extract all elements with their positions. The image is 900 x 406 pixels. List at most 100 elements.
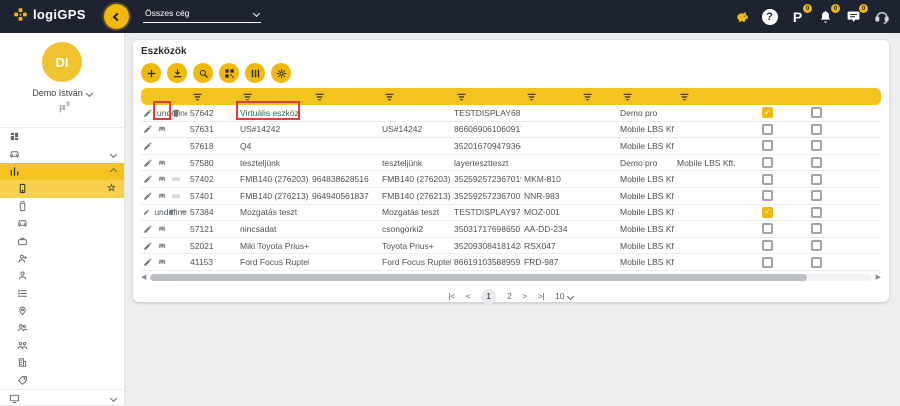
columns-button[interactable] xyxy=(245,63,265,83)
favorite-star-icon[interactable]: ☆ xyxy=(107,183,116,194)
column-header-rendszam[interactable] xyxy=(521,93,577,101)
column-header-nev[interactable] xyxy=(237,93,309,101)
holazauto-checkbox[interactable]: ✓ xyxy=(762,207,773,218)
holazauto-checkbox[interactable]: ✓ xyxy=(762,107,773,118)
next-page-button[interactable]: > xyxy=(522,291,526,301)
filter-sort-icon[interactable] xyxy=(680,93,689,101)
column-header-telefon[interactable] xyxy=(577,93,617,101)
filter-sort-icon[interactable] xyxy=(623,93,632,101)
scrollbar-thumb[interactable] xyxy=(150,274,806,281)
parositva-checkbox[interactable] xyxy=(811,223,822,234)
pencil-icon[interactable] xyxy=(143,224,153,234)
car-icon[interactable] xyxy=(157,191,167,201)
car-icon[interactable] xyxy=(157,241,167,251)
holazauto-checkbox[interactable] xyxy=(762,157,773,168)
scrollbar-track[interactable] xyxy=(150,274,871,281)
sidebar-item-alapadatok[interactable] xyxy=(0,163,124,180)
holazauto-checkbox[interactable] xyxy=(762,190,773,201)
pencil-icon[interactable] xyxy=(143,158,153,168)
car-icon[interactable] xyxy=(157,158,167,168)
pencil-icon[interactable] xyxy=(143,241,153,251)
holazauto-checkbox[interactable] xyxy=(762,240,773,251)
parositva-checkbox[interactable] xyxy=(811,240,822,251)
holazauto-checkbox[interactable] xyxy=(762,140,773,151)
add-button[interactable] xyxy=(141,63,161,83)
sidebar-item-azonos-t-k[interactable] xyxy=(0,232,124,249)
car-icon[interactable] xyxy=(157,124,167,134)
filter-sort-icon[interactable] xyxy=(457,93,466,101)
pencil-icon[interactable] xyxy=(143,191,153,201)
parositva-checkbox[interactable] xyxy=(811,124,822,135)
page-button-2[interactable]: 2 xyxy=(507,291,511,301)
car-icon[interactable] xyxy=(157,174,167,184)
avatar[interactable]: DI xyxy=(42,42,82,82)
column-header-egyedi[interactable] xyxy=(451,93,521,101)
sidebar-item-c-mk-k[interactable] xyxy=(0,371,124,388)
column-header-jarmu[interactable] xyxy=(379,93,451,101)
sidebar-item-felhaszn-l-k[interactable] xyxy=(0,250,124,267)
trash-icon[interactable] xyxy=(171,108,181,118)
user-menu[interactable]: Demo István xyxy=(0,88,124,98)
pencil-icon[interactable] xyxy=(143,141,153,151)
sidebar-item-munkasz-m[interactable] xyxy=(0,285,124,302)
sidebar-item-adminisztr-ci-[interactable] xyxy=(0,389,124,406)
trash-icon[interactable] xyxy=(168,207,175,217)
qr-icon[interactable]: undefined xyxy=(154,207,164,217)
pencil-icon[interactable] xyxy=(143,108,153,118)
chat-icon[interactable]: 0 xyxy=(844,7,863,26)
sidebar-item-eszk-z-k[interactable]: ☆ xyxy=(0,180,124,197)
parositva-checkbox[interactable] xyxy=(811,107,822,118)
sidebar-item-csoportok[interactable] xyxy=(0,319,124,336)
search-button[interactable] xyxy=(193,63,213,83)
scroll-right-icon[interactable]: ▶ xyxy=(876,274,881,282)
holazauto-checkbox[interactable] xyxy=(762,174,773,185)
car-icon[interactable] xyxy=(157,257,167,267)
page-size-selector[interactable]: 10 xyxy=(555,291,573,301)
filter-sort-icon[interactable] xyxy=(315,93,324,101)
export-button[interactable] xyxy=(167,63,187,83)
holazauto-checkbox[interactable] xyxy=(762,257,773,268)
pencil-icon[interactable] xyxy=(143,207,150,217)
column-header-hugo[interactable] xyxy=(309,93,379,101)
pencil-icon[interactable] xyxy=(143,257,153,267)
parositva-checkbox[interactable] xyxy=(811,157,822,168)
sidebar-item-ibeacon-eszk-z-k[interactable] xyxy=(0,198,124,215)
filter-sort-icon[interactable] xyxy=(385,93,394,101)
filter-sort-icon[interactable] xyxy=(193,93,202,101)
help-icon[interactable]: ? xyxy=(760,7,779,26)
previous-page-button[interactable]: < xyxy=(466,291,470,301)
parking-icon[interactable]: P 0 xyxy=(788,7,807,26)
first-page-button[interactable]: |< xyxy=(449,291,455,301)
parositva-checkbox[interactable] xyxy=(811,174,822,185)
filter-sort-icon[interactable] xyxy=(243,93,252,101)
pencil-icon[interactable] xyxy=(143,124,153,134)
column-header-elofizeto[interactable] xyxy=(617,93,674,101)
collapse-sidebar-button[interactable] xyxy=(104,4,129,29)
parositva-checkbox[interactable] xyxy=(811,190,822,201)
holazauto-checkbox[interactable] xyxy=(762,223,773,234)
parositva-checkbox[interactable] xyxy=(811,140,822,151)
sidebar-item-telephelyek[interactable] xyxy=(0,354,124,371)
filter-sort-icon[interactable] xyxy=(527,93,536,101)
parositva-checkbox[interactable] xyxy=(811,207,822,218)
sidebar-item-szem-lyek[interactable] xyxy=(0,267,124,284)
car-icon[interactable] xyxy=(157,224,167,234)
notification-flag-icon[interactable]: 0 xyxy=(58,104,67,114)
column-header-id[interactable] xyxy=(187,93,237,101)
support-icon[interactable] xyxy=(872,7,891,26)
car-icon[interactable] xyxy=(180,207,187,217)
sim-icon[interactable] xyxy=(171,191,181,201)
qr-icon[interactable]: undefined xyxy=(157,108,167,118)
company-selector[interactable]: Összes cég xyxy=(143,8,261,23)
qr-button[interactable] xyxy=(219,63,239,83)
settings-button[interactable] xyxy=(271,63,291,83)
holazauto-checkbox[interactable] xyxy=(762,124,773,135)
parositva-checkbox[interactable] xyxy=(811,257,822,268)
pencil-icon[interactable] xyxy=(143,174,153,184)
last-page-button[interactable]: >| xyxy=(538,291,544,301)
sidebar-item-j-rm-vek[interactable] xyxy=(0,215,124,232)
sidebar-item-flotta-ellen-rz-s[interactable] xyxy=(0,145,124,162)
scroll-left-icon[interactable]: ◀ xyxy=(141,274,146,282)
page-button-1[interactable]: 1 xyxy=(481,289,496,304)
bell-icon[interactable]: 0 xyxy=(816,7,835,26)
